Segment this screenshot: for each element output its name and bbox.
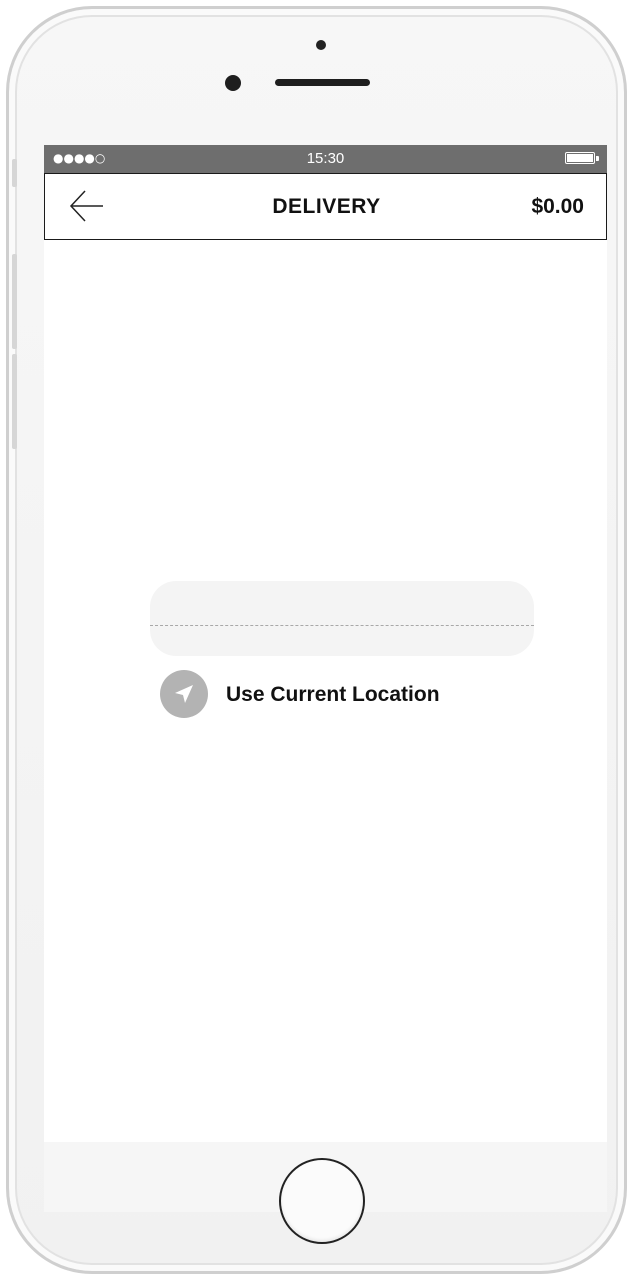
use-current-location-button[interactable]: Use Current Location xyxy=(160,667,500,718)
battery-full-icon xyxy=(565,152,599,164)
back-button[interactable] xyxy=(67,188,107,224)
navigation-arrow-icon xyxy=(175,685,193,703)
address-input[interactable] xyxy=(150,581,534,625)
earpiece-speaker xyxy=(275,79,370,86)
page-title: DELIVERY xyxy=(272,195,381,218)
volume-down-button xyxy=(12,354,17,449)
volume-up-button xyxy=(12,254,17,349)
cart-total: $0.00 xyxy=(531,195,584,218)
proximity-sensor xyxy=(316,40,326,50)
address-field-container xyxy=(150,581,534,656)
input-underline xyxy=(150,625,534,626)
arrow-left-icon xyxy=(69,190,103,222)
status-bar: ●●●●○ 15:30 xyxy=(44,145,607,173)
front-camera xyxy=(225,75,241,91)
navigation-bar: DELIVERY $0.00 xyxy=(44,173,607,240)
status-time: 15:30 xyxy=(306,150,345,167)
location-icon-circle xyxy=(160,670,208,718)
use-current-location-label: Use Current Location xyxy=(226,683,440,706)
app-screen: ●●●●○ 15:30 DELIVERY $0.00 Use Current L… xyxy=(44,145,607,1142)
mute-switch xyxy=(12,159,17,187)
home-button[interactable] xyxy=(279,1158,365,1244)
